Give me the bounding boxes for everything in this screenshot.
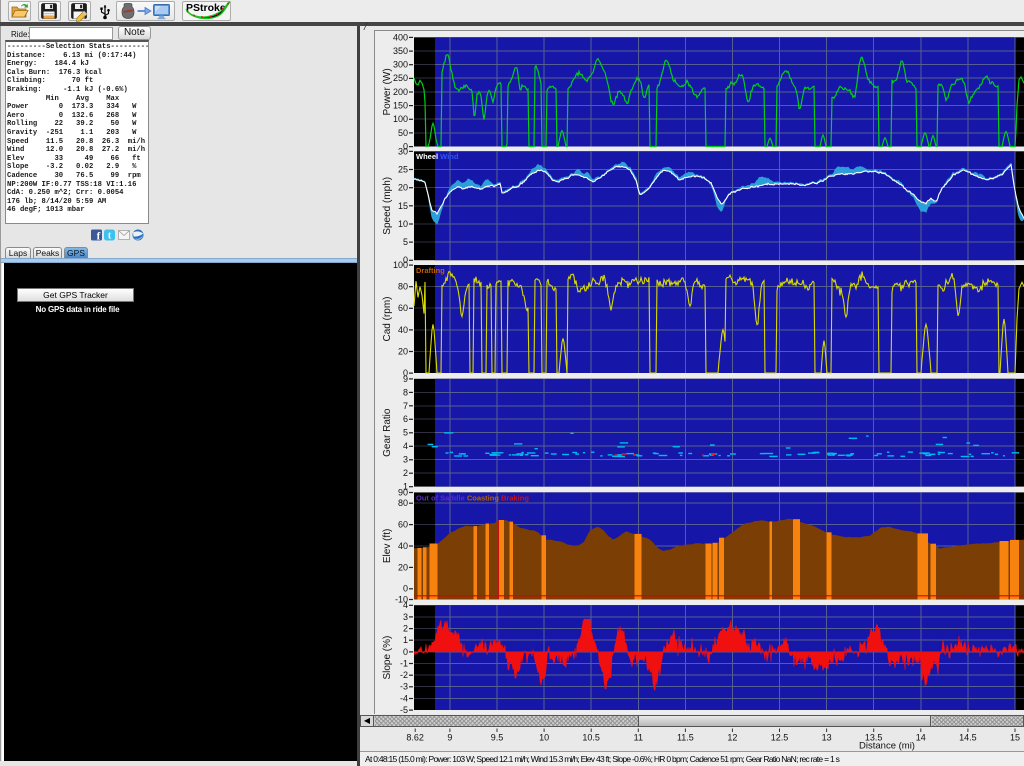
svg-text:20: 20 — [398, 346, 408, 356]
svg-text:9.5: 9.5 — [491, 733, 504, 743]
svg-text:-3: -3 — [400, 682, 408, 692]
svg-text:Speed (mph): Speed (mph) — [382, 177, 393, 235]
svg-text:f: f — [97, 231, 101, 242]
svg-text:12: 12 — [727, 733, 737, 743]
svg-text:12.5: 12.5 — [771, 733, 789, 743]
svg-text:Power (W): Power (W) — [382, 68, 393, 115]
svg-text:80: 80 — [398, 282, 408, 292]
svg-text:-2: -2 — [400, 670, 408, 680]
svg-text:9: 9 — [447, 733, 452, 743]
svg-text:Cad (rpm): Cad (rpm) — [382, 296, 393, 341]
svg-text:7: 7 — [403, 401, 408, 411]
svg-text:20: 20 — [398, 562, 408, 572]
svg-text:11.5: 11.5 — [677, 733, 694, 743]
svg-text:300: 300 — [393, 60, 408, 70]
svg-text:Gear Ratio: Gear Ratio — [382, 408, 393, 457]
svg-text:Elev (ft): Elev (ft) — [382, 529, 393, 563]
svg-text:Slope (%): Slope (%) — [382, 636, 393, 680]
svg-text:10: 10 — [539, 733, 549, 743]
svg-text:10: 10 — [398, 219, 408, 229]
svg-text:40: 40 — [398, 541, 408, 551]
svg-text:Out of Saddle Coasting Braking: Out of Saddle Coasting Braking — [416, 494, 529, 503]
svg-text:6: 6 — [403, 414, 408, 424]
svg-text:Wheel Wind: Wheel Wind — [416, 152, 459, 161]
svg-text:5: 5 — [403, 237, 408, 247]
svg-text:2: 2 — [403, 468, 408, 478]
svg-text:100: 100 — [393, 114, 408, 124]
svg-text:15: 15 — [398, 201, 408, 211]
svg-text:50: 50 — [398, 128, 408, 138]
svg-text:10.5: 10.5 — [582, 733, 600, 743]
svg-text:80: 80 — [398, 498, 408, 508]
svg-text:30: 30 — [398, 146, 408, 156]
svg-text:4: 4 — [403, 600, 408, 610]
svg-text:20: 20 — [398, 183, 408, 193]
svg-text:350: 350 — [393, 46, 408, 56]
svg-text:3: 3 — [403, 455, 408, 465]
svg-text:5: 5 — [403, 428, 408, 438]
svg-text:100: 100 — [393, 260, 408, 270]
svg-text:13: 13 — [822, 733, 832, 743]
svg-text:200: 200 — [393, 87, 408, 97]
svg-text:8.62: 8.62 — [406, 733, 424, 743]
svg-text:90: 90 — [398, 487, 408, 497]
svg-text:3: 3 — [403, 612, 408, 622]
svg-text:11: 11 — [634, 733, 643, 743]
svg-text:-1: -1 — [400, 658, 408, 668]
svg-text:2: 2 — [403, 624, 408, 634]
svg-text:150: 150 — [393, 101, 408, 111]
svg-text:14: 14 — [916, 733, 926, 743]
svg-text:400: 400 — [393, 32, 408, 42]
svg-text:9: 9 — [403, 374, 408, 384]
svg-text:0: 0 — [403, 584, 408, 594]
svg-text:0: 0 — [403, 647, 408, 657]
svg-text:Distance (mi): Distance (mi) — [859, 741, 915, 752]
svg-text:-5: -5 — [400, 705, 408, 715]
svg-text:14.5: 14.5 — [959, 733, 977, 743]
svg-text:25: 25 — [398, 164, 408, 174]
svg-text:40: 40 — [398, 325, 408, 335]
svg-text:4: 4 — [403, 441, 408, 451]
svg-text:8: 8 — [403, 387, 408, 397]
svg-text:60: 60 — [398, 303, 408, 313]
svg-text:1: 1 — [403, 635, 408, 645]
svg-text:250: 250 — [393, 73, 408, 83]
svg-text:60: 60 — [398, 520, 408, 530]
svg-text:15: 15 — [1010, 733, 1020, 743]
svg-text:Drafting: Drafting — [416, 266, 445, 275]
svg-text:-4: -4 — [400, 693, 408, 703]
